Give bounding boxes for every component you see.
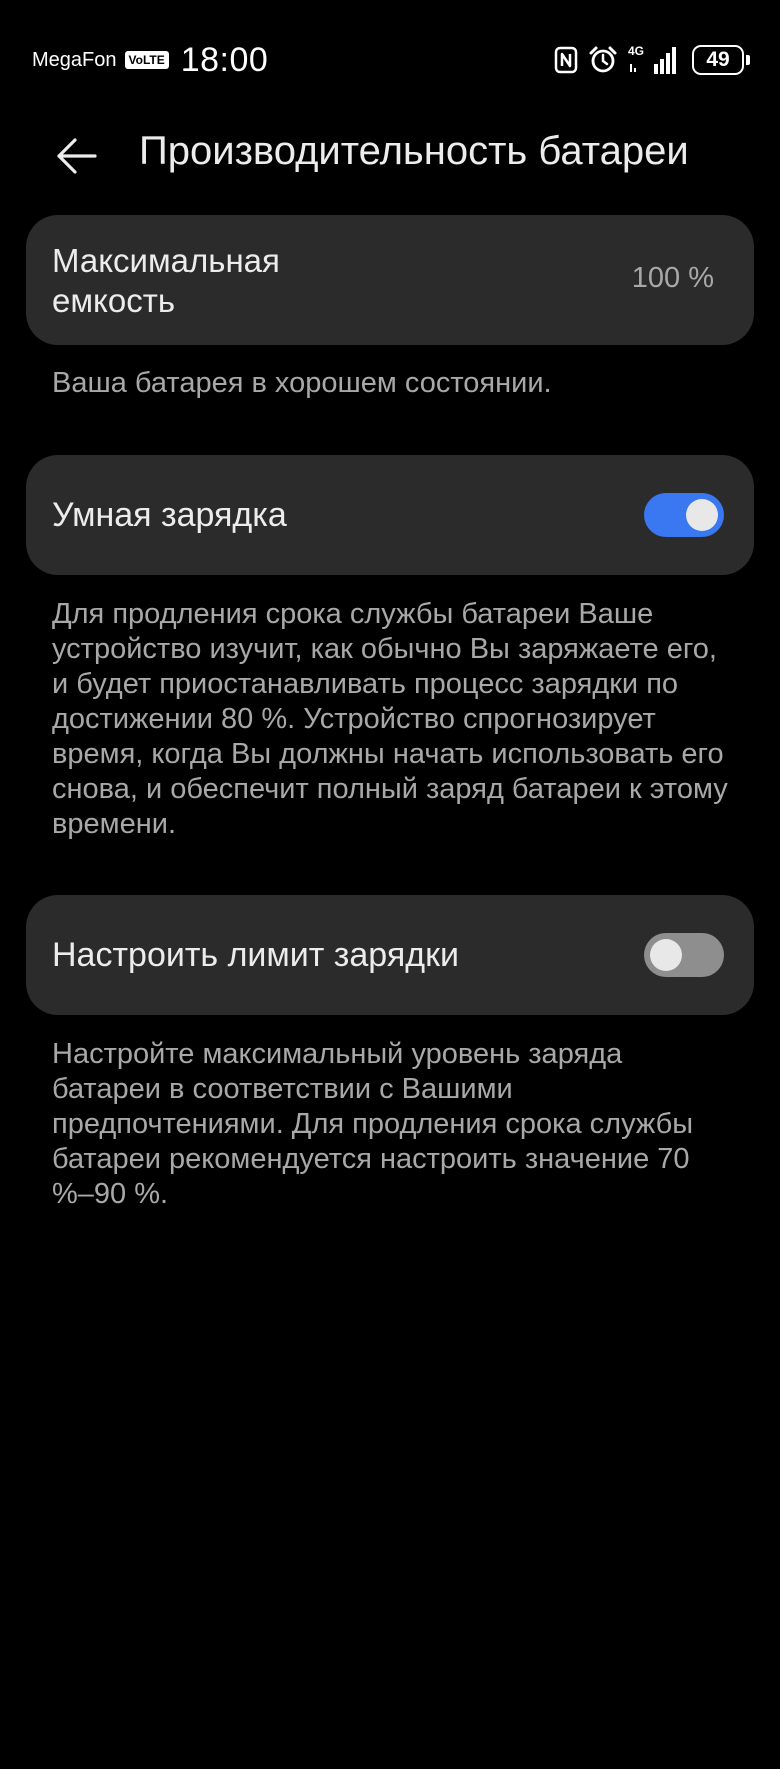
charge-limit-row[interactable]: Настроить лимит зарядки	[26, 895, 754, 1015]
charge-limit-description: Настройте максимальный уровень заряда ба…	[52, 1038, 694, 1210]
max-capacity-card: Максимальная емкость 100 %	[26, 215, 754, 345]
charge-limit-toggle[interactable]	[644, 933, 724, 977]
max-capacity-value: 100 %	[631, 262, 714, 294]
app-header: Производительность батареи	[0, 115, 780, 195]
signal-icon: 4G	[628, 44, 682, 76]
alarm-icon	[588, 45, 618, 75]
volte-badge: VoLTE	[124, 51, 169, 69]
carrier-name: MegaFon	[32, 48, 117, 71]
max-capacity-label: Максимальная емкость	[52, 242, 280, 319]
battery-performance-screen: MegaFon VoLTE 18:00 4G 49 Производительн…	[0, 0, 780, 1769]
battery-level: 49	[692, 45, 744, 75]
status-time: 18:00	[180, 40, 269, 79]
charge-limit-label: Настроить лимит зарядки	[52, 935, 459, 974]
smart-charging-description: Для продления срока службы батареи Ваше …	[52, 598, 728, 840]
page-title: Производительность батареи	[139, 129, 689, 173]
battery-icon: 49	[692, 45, 750, 75]
status-bar: MegaFon VoLTE 18:00 4G 49	[0, 0, 780, 120]
toggle-knob	[686, 499, 718, 531]
battery-tip	[746, 55, 750, 65]
status-bar-right: 4G 49	[554, 40, 750, 80]
smart-charging-row[interactable]: Умная зарядка	[26, 455, 754, 575]
status-bar-left: MegaFon VoLTE 18:00	[32, 40, 268, 80]
toggle-knob	[650, 939, 682, 971]
smart-charging-label: Умная зарядка	[52, 495, 287, 534]
back-button[interactable]	[52, 131, 102, 181]
arrow-left-icon	[57, 138, 97, 174]
capacity-description: Ваша батарея в хорошем состоянии.	[52, 367, 552, 399]
smart-charging-toggle[interactable]	[644, 493, 724, 537]
nfc-icon	[554, 46, 578, 74]
